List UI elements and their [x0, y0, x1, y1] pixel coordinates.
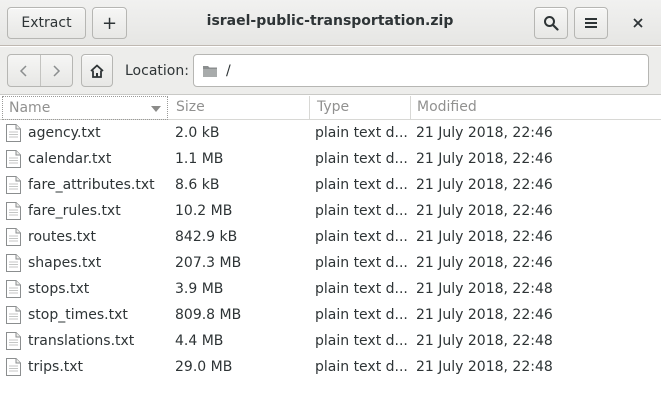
- file-type: plain text d...: [315, 151, 407, 167]
- text-file-icon: [5, 201, 23, 222]
- home-icon: [90, 64, 104, 78]
- table-header: Name Size Type Modified: [0, 96, 661, 120]
- column-header-type[interactable]: Type: [311, 96, 411, 120]
- column-header-name[interactable]: Name: [2, 96, 168, 120]
- table-row[interactable]: fare_attributes.txt 8.6 kB plain text d...…: [0, 172, 661, 198]
- file-name: trips.txt: [28, 359, 84, 375]
- text-file-icon: [5, 357, 23, 378]
- search-button[interactable]: [534, 7, 568, 39]
- file-size: 809.8 MB: [175, 307, 242, 323]
- file-name: routes.txt: [28, 229, 96, 245]
- header-bar: Extract + israel-public-transportation.z…: [0, 0, 661, 46]
- file-type: plain text d...: [315, 203, 407, 219]
- file-type: plain text d...: [315, 229, 407, 245]
- table-row[interactable]: fare_rules.txt 10.2 MB plain text d... 21 J…: [0, 198, 661, 224]
- file-modified: 21 July 2018, 22:46: [416, 125, 553, 141]
- navigation-buttons: [7, 54, 73, 87]
- table-row[interactable]: trips.txt 29.0 MB plain text d... 21 July 2…: [0, 354, 661, 380]
- table-row[interactable]: stops.txt 3.9 MB plain text d... 21 July 20…: [0, 276, 661, 302]
- column-header-modified[interactable]: Modified: [411, 96, 661, 120]
- chevron-left-icon: [19, 64, 27, 77]
- text-file-icon: [5, 305, 23, 326]
- file-modified: 21 July 2018, 22:46: [416, 255, 553, 271]
- search-icon: [544, 16, 559, 31]
- file-modified: 21 July 2018, 22:48: [416, 333, 553, 349]
- file-type: plain text d...: [315, 281, 407, 297]
- text-file-icon: [5, 253, 23, 274]
- close-icon: [633, 18, 643, 28]
- back-button[interactable]: [8, 55, 40, 86]
- extract-button[interactable]: Extract: [7, 7, 86, 39]
- column-header-size[interactable]: Size: [170, 96, 310, 120]
- file-modified: 21 July 2018, 22:46: [416, 177, 553, 193]
- file-size: 4.4 MB: [175, 333, 224, 349]
- file-size: 29.0 MB: [175, 359, 233, 375]
- file-name: stops.txt: [28, 281, 90, 297]
- file-name: fare_rules.txt: [28, 203, 121, 219]
- plus-icon: +: [101, 12, 118, 34]
- file-name: translations.txt: [28, 333, 135, 349]
- file-type: plain text d...: [315, 255, 407, 271]
- table-body: agency.txt 2.0 kB plain text d... 21 July 2…: [0, 120, 661, 380]
- text-file-icon: [5, 175, 23, 196]
- file-type: plain text d...: [315, 125, 407, 141]
- file-modified: 21 July 2018, 22:46: [416, 307, 553, 323]
- file-name: agency.txt: [28, 125, 101, 141]
- text-file-icon: [5, 123, 23, 144]
- file-modified: 21 July 2018, 22:48: [416, 359, 553, 375]
- text-file-icon: [5, 279, 23, 300]
- file-size: 2.0 kB: [175, 125, 220, 141]
- file-modified: 21 July 2018, 22:46: [416, 203, 553, 219]
- file-list: Name Size Type Modified agency.txt 2.0 kB…: [0, 96, 661, 380]
- location-path: /: [226, 62, 231, 79]
- location-label: Location:: [125, 63, 189, 79]
- file-name: shapes.txt: [28, 255, 102, 271]
- sort-arrow-icon: [151, 106, 161, 112]
- text-file-icon: [5, 331, 23, 352]
- table-row[interactable]: translations.txt 4.4 MB plain text d... 21 …: [0, 328, 661, 354]
- location-field[interactable]: /: [193, 54, 649, 87]
- file-name: stop_times.txt: [28, 307, 128, 323]
- file-modified: 21 July 2018, 22:46: [416, 229, 553, 245]
- file-modified: 21 July 2018, 22:46: [416, 151, 553, 167]
- file-type: plain text d...: [315, 307, 407, 323]
- folder-icon: [203, 65, 217, 77]
- file-name: calendar.txt: [28, 151, 112, 167]
- hamburger-menu-icon: [585, 18, 597, 28]
- file-type: plain text d...: [315, 177, 407, 193]
- file-size: 8.6 kB: [175, 177, 220, 193]
- text-file-icon: [5, 227, 23, 248]
- table-row[interactable]: shapes.txt 207.3 MB plain text d... 21 July…: [0, 250, 661, 276]
- file-size: 10.2 MB: [175, 203, 233, 219]
- add-files-button[interactable]: +: [92, 7, 127, 39]
- file-size: 3.9 MB: [175, 281, 224, 297]
- archive-manager-window: Extract + israel-public-transportation.z…: [0, 0, 661, 417]
- window-title: israel-public-transportation.zip: [206, 13, 454, 29]
- file-size: 1.1 MB: [175, 151, 224, 167]
- table-row[interactable]: stop_times.txt 809.8 MB plain text d... 21 …: [0, 302, 661, 328]
- file-type: plain text d...: [315, 359, 407, 375]
- file-size: 842.9 kB: [175, 229, 238, 245]
- file-type: plain text d...: [315, 333, 407, 349]
- home-button[interactable]: [81, 54, 113, 87]
- file-size: 207.3 MB: [175, 255, 242, 271]
- forward-button[interactable]: [40, 55, 72, 86]
- chevron-right-icon: [53, 64, 61, 77]
- table-row[interactable]: agency.txt 2.0 kB plain text d... 21 July 2…: [0, 120, 661, 146]
- table-row[interactable]: routes.txt 842.9 kB plain text d... 21 July…: [0, 224, 661, 250]
- file-name: fare_attributes.txt: [28, 177, 155, 193]
- column-header-name-label: Name: [9, 100, 51, 116]
- menu-button[interactable]: [574, 7, 608, 39]
- table-row[interactable]: calendar.txt 1.1 MB plain text d... 21 July…: [0, 146, 661, 172]
- location-bar: Location: /: [0, 47, 661, 95]
- text-file-icon: [5, 149, 23, 170]
- close-window-button[interactable]: [624, 7, 652, 39]
- file-modified: 21 July 2018, 22:48: [416, 281, 553, 297]
